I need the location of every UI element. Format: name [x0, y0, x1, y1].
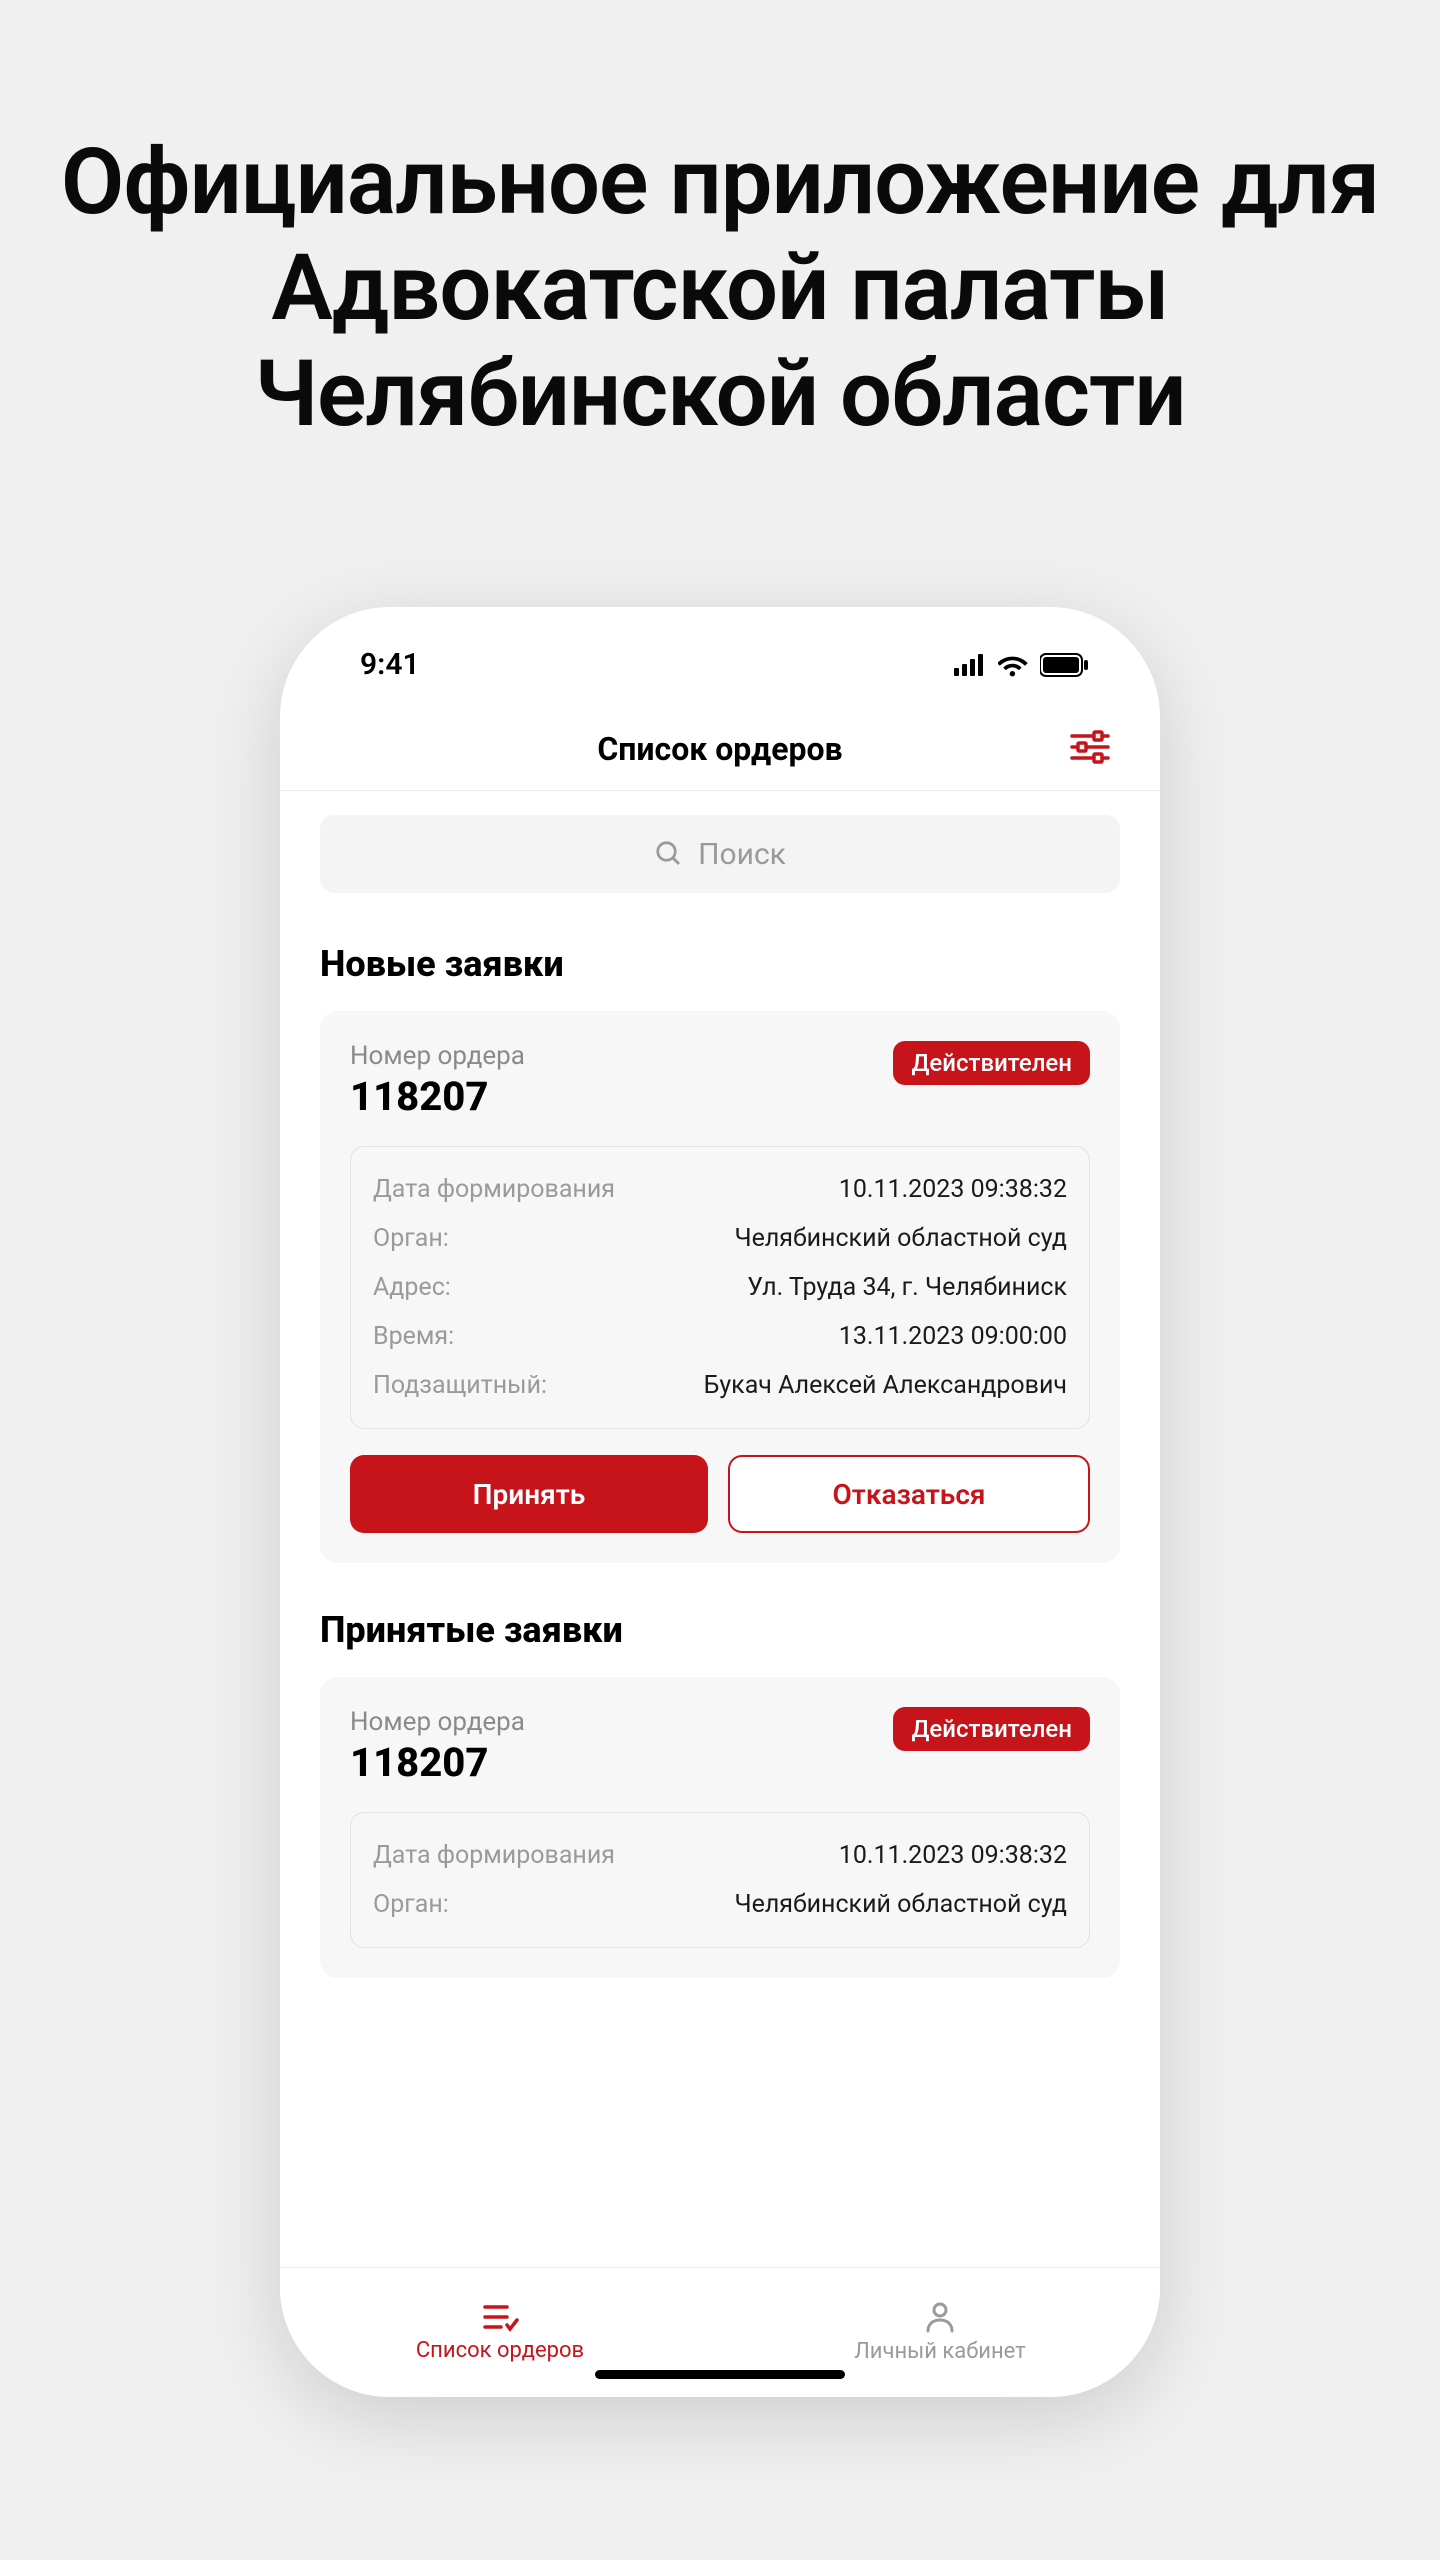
tab-label: Личный кабинет — [854, 2339, 1026, 2364]
search-placeholder: Поиск — [698, 837, 786, 872]
detail-row: Время:13.11.2023 09:00:00 — [373, 1312, 1067, 1361]
order-card[interactable]: Номер ордера 118207 Действителен Дата фо… — [320, 1011, 1120, 1563]
status-icons — [954, 653, 1090, 677]
status-badge: Действителен — [893, 1041, 1090, 1085]
signal-icon — [954, 654, 988, 676]
order-number-label: Номер ордера — [350, 1707, 525, 1737]
person-icon — [924, 2301, 956, 2333]
detail-row: Орган:Челябинский областной суд — [373, 1214, 1067, 1263]
order-number-label: Номер ордера — [350, 1041, 525, 1071]
list-icon — [481, 2302, 519, 2332]
marketing-headline: Официальное приложение для Адвокатской п… — [0, 130, 1440, 447]
order-number: 118207 — [350, 1073, 525, 1120]
reject-button[interactable]: Отказаться — [728, 1455, 1090, 1533]
detail-row: Подзащитный:Букач Алексей Александрович — [373, 1361, 1067, 1410]
status-bar: 9:41 — [280, 607, 1160, 702]
order-card[interactable]: Номер ордера 118207 Действителен Дата фо… — [320, 1677, 1120, 1978]
status-badge: Действителен — [893, 1707, 1090, 1751]
wifi-icon — [998, 653, 1030, 677]
order-details: Дата формирования10.11.2023 09:38:32 Орг… — [350, 1812, 1090, 1948]
phone-frame: 9:41 Список ордеров Поиск Нов — [280, 607, 1160, 2397]
search-icon — [654, 839, 684, 869]
search-input[interactable]: Поиск — [320, 815, 1120, 893]
home-indicator[interactable] — [595, 2370, 845, 2379]
section-title-accepted: Принятые заявки — [320, 1609, 1120, 1651]
accept-button[interactable]: Принять — [350, 1455, 708, 1533]
search-container: Поиск — [280, 791, 1160, 917]
battery-icon — [1040, 653, 1090, 677]
app-header: Список ордеров — [280, 702, 1160, 791]
order-number: 118207 — [350, 1739, 525, 1786]
content-scroll[interactable]: Новые заявки Номер ордера 118207 Действи… — [280, 917, 1160, 2267]
status-time: 9:41 — [360, 647, 420, 682]
page-title: Список ордеров — [597, 730, 842, 768]
order-details: Дата формирования10.11.2023 09:38:32 Орг… — [350, 1146, 1090, 1429]
detail-row: Адрес:Ул. Труда 34, г. Челябиниск — [373, 1263, 1067, 1312]
detail-row: Орган:Челябинский областной суд — [373, 1880, 1067, 1929]
filter-icon[interactable] — [1070, 730, 1110, 768]
detail-row: Дата формирования10.11.2023 09:38:32 — [373, 1165, 1067, 1214]
detail-row: Дата формирования10.11.2023 09:38:32 — [373, 1831, 1067, 1880]
tab-label: Список ордеров — [416, 2338, 584, 2363]
section-title-new: Новые заявки — [320, 943, 1120, 985]
